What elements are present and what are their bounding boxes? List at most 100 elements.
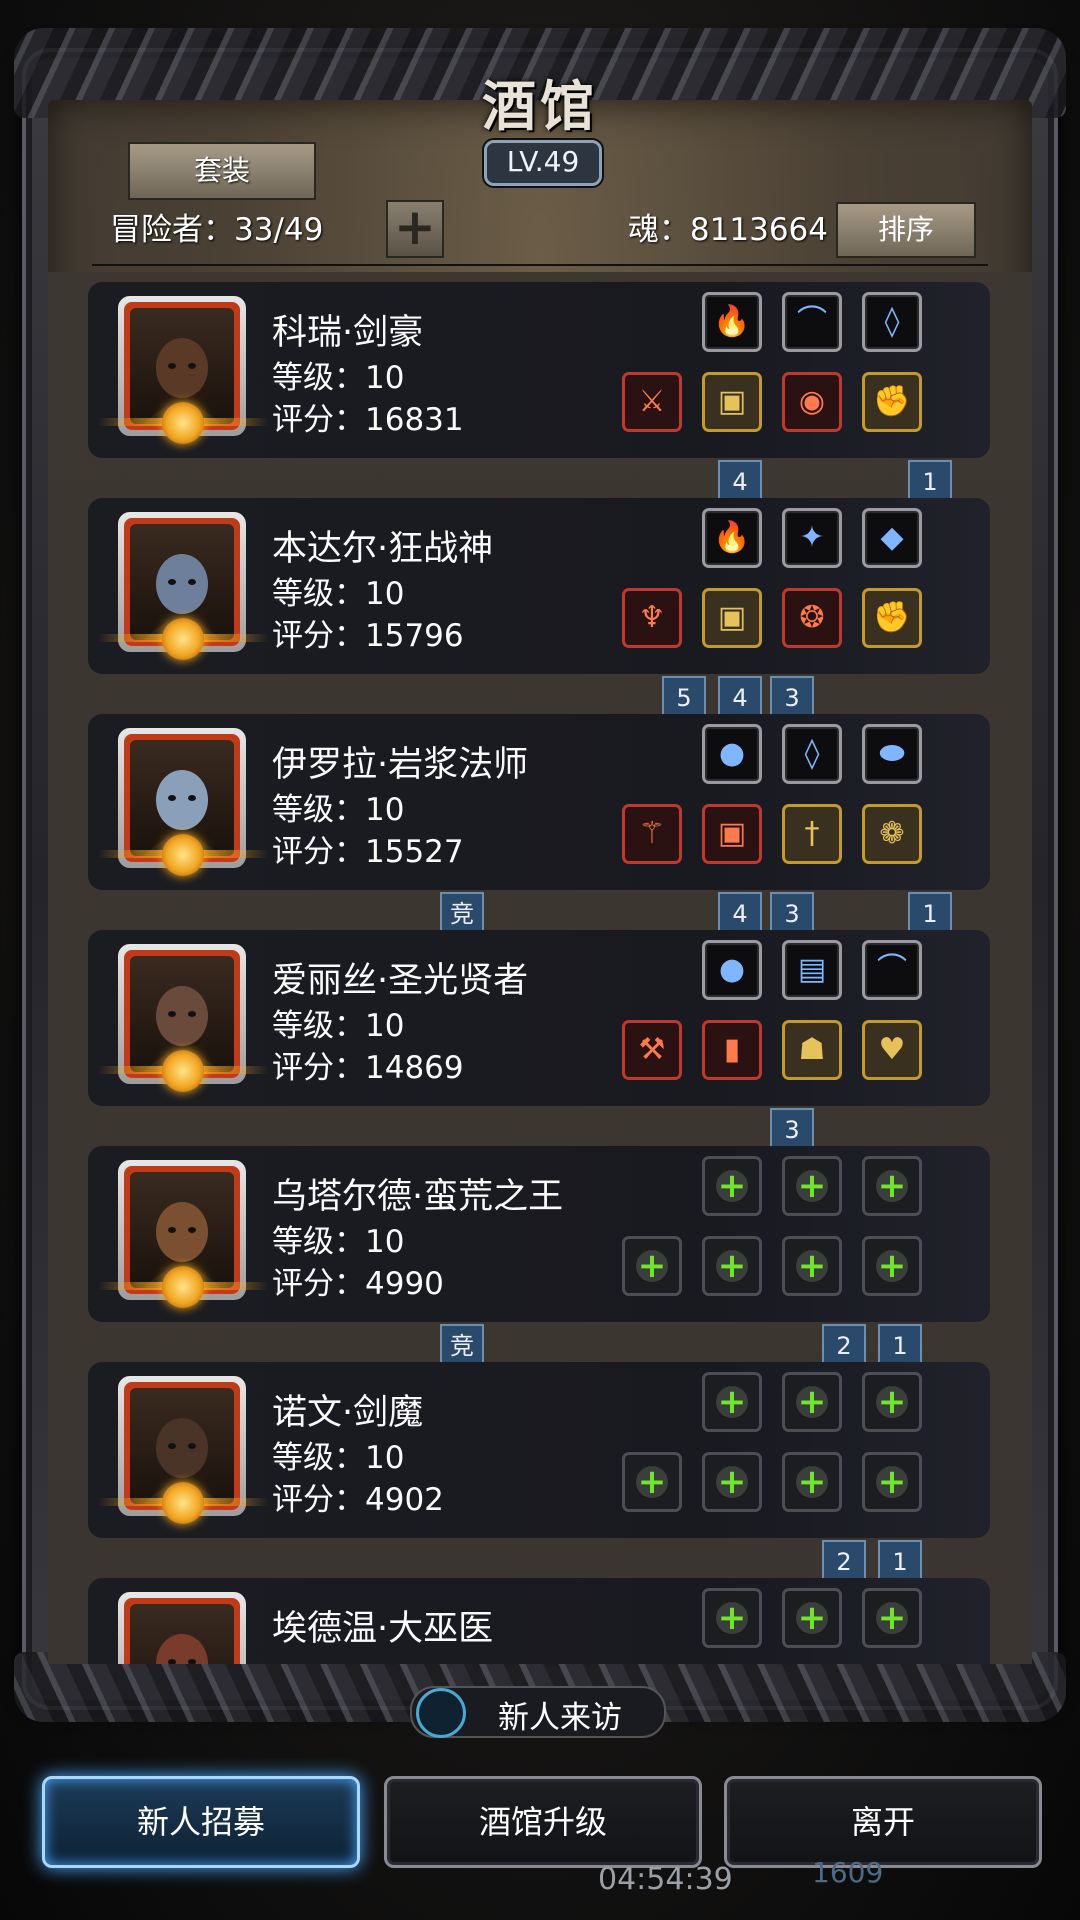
equip-slot[interactable]: ⚒ (622, 1020, 682, 1080)
add-equipment-icon: + (876, 1382, 908, 1422)
equip-slot[interactable]: ✊ (862, 372, 922, 432)
leave-button[interactable]: 离开 (724, 1776, 1042, 1868)
equip-slot[interactable]: ☗ (782, 1020, 842, 1080)
equip-slot[interactable]: ✦ (782, 508, 842, 568)
equip-slot[interactable]: ⚚ (622, 804, 682, 864)
equip-slot[interactable]: + (782, 1156, 842, 1216)
equip-slot[interactable]: + (702, 1452, 762, 1512)
equip-slot[interactable]: ◉ (782, 372, 842, 432)
hero-score: 评分：15527 (272, 834, 464, 870)
equip-slot[interactable]: ⌒ (782, 292, 842, 352)
equip-slot[interactable]: ♥ (862, 1020, 922, 1080)
equip-slot[interactable]: + (782, 1236, 842, 1296)
blue-orb-icon: ● (718, 736, 746, 771)
add-equipment-icon: + (796, 1246, 828, 1286)
gauntlet-icon: ✊ (873, 600, 911, 635)
necklace-icon: ◊ (804, 736, 820, 771)
fire-orb-icon: 🔥 (713, 304, 751, 339)
hero-list[interactable]: 科瑞·剑豪 等级：10 评分：16831 🔥 ⌒ ◊ ⚔ ▣ ◉ ✊ 4 1 本达尔·狂战神 等级：10 评… (48, 272, 1032, 1664)
hero-name: 伊罗拉·岩浆法师 (272, 745, 529, 785)
equip-slot[interactable]: + (782, 1372, 842, 1432)
equip-slot[interactable]: + (782, 1452, 842, 1512)
hero-row[interactable]: 埃德温·大巫医 + + + (88, 1578, 990, 1664)
equip-slot[interactable]: + (622, 1452, 682, 1512)
bow-icon: ⌒ (797, 304, 827, 339)
hero-row[interactable]: 科瑞·剑豪 等级：10 评分：16831 🔥 ⌒ ◊ ⚔ ▣ ◉ ✊ (88, 282, 990, 458)
sword-icon: ⚔ (638, 384, 666, 419)
dagger-icon: † (804, 816, 820, 851)
equip-slot[interactable]: + (862, 1236, 922, 1296)
upgrade-tavern-button[interactable]: 酒馆升级 (384, 1776, 702, 1868)
equip-slot[interactable]: ❂ (782, 588, 842, 648)
sort-button[interactable]: 排序 (836, 202, 976, 258)
equip-slot[interactable]: ❁ (862, 804, 922, 864)
equip-slot[interactable]: ▣ (702, 804, 762, 864)
background-timer: 04:54:39 (598, 1862, 733, 1897)
eye-gem-icon: ◉ (798, 384, 826, 419)
equip-slot[interactable]: ✊ (862, 588, 922, 648)
equip-slot[interactable]: ♆ (622, 588, 682, 648)
hero-row[interactable]: 爱丽丝·圣光贤者 等级：10 评分：14869 ● ▤ ⌒ ⚒ ▮ ☗ ♥ (88, 930, 990, 1106)
add-equipment-icon: + (636, 1462, 668, 1502)
amulet-icon: ❂ (799, 600, 825, 635)
hero-level: 等级：10 (272, 1440, 405, 1476)
hero-name: 乌塔尔德·蛮荒之王 (272, 1177, 564, 1217)
equip-slot[interactable]: ◊ (782, 724, 842, 784)
equip-slot[interactable]: + (862, 1588, 922, 1648)
equip-slot[interactable]: ● (702, 724, 762, 784)
equip-slot[interactable]: + (622, 1236, 682, 1296)
hero-level: 等级：10 (272, 792, 405, 828)
new-visitor-label: 新人来访 (498, 1700, 622, 1736)
equip-slot[interactable]: + (782, 1588, 842, 1648)
equip-slot[interactable]: 🔥 (702, 292, 762, 352)
hero-row[interactable]: 本达尔·狂战神等级：10 评分：15796 🔥 ✦ ◆ ♆ ▣ ❂ ✊ (88, 498, 990, 674)
hero-row[interactable]: 伊罗拉·岩浆法师等级：10 评分：15527 ● ◊ ⬬ ⚚ ▣ † ❁ (88, 714, 990, 890)
equip-slot[interactable]: ◆ (862, 508, 922, 568)
add-equipment-icon: + (876, 1246, 908, 1286)
equip-slot[interactable]: + (862, 1372, 922, 1432)
hero-name: 爱丽丝·圣光贤者 (272, 961, 529, 1001)
equip-slot[interactable]: ⌒ (862, 940, 922, 1000)
equip-slot[interactable]: ▤ (782, 940, 842, 1000)
blue-orb-icon: ● (718, 952, 746, 987)
equip-slot[interactable]: + (702, 1236, 762, 1296)
hero-portrait[interactable] (118, 1592, 246, 1664)
equip-slot[interactable]: ▣ (702, 588, 762, 648)
page-title: 酒馆 (482, 74, 598, 138)
heart-pendant-icon: ♥ (878, 1032, 906, 1067)
equip-slot[interactable]: ⚔ (622, 372, 682, 432)
equip-slot[interactable]: + (862, 1452, 922, 1512)
hero-level: 等级：10 (272, 576, 405, 612)
equip-slot[interactable]: + (702, 1372, 762, 1432)
recruit-button[interactable]: 新人招募 (42, 1776, 360, 1868)
equip-slot[interactable]: ▮ (702, 1020, 762, 1080)
hero-row[interactable]: 乌塔尔德·蛮荒之王 等级：10 评分：4990 + + + + + + + (88, 1146, 990, 1322)
add-equipment-icon: + (876, 1462, 908, 1502)
fire-orb-icon: 🔥 (713, 520, 751, 555)
equip-slot[interactable]: + (702, 1156, 762, 1216)
suit-button[interactable]: 套装 (128, 142, 316, 200)
equip-slot[interactable]: ▣ (702, 372, 762, 432)
equip-slot[interactable]: ◊ (862, 292, 922, 352)
add-equipment-icon: + (796, 1166, 828, 1206)
hero-score: 评分：14869 (272, 1050, 464, 1086)
add-equipment-icon: + (796, 1462, 828, 1502)
equip-slot[interactable]: ● (702, 940, 762, 1000)
equip-slot[interactable]: 🔥 (702, 508, 762, 568)
hero-row[interactable]: 诺文·剑魔 等级：10 评分：4902 + + + + + + + (88, 1362, 990, 1538)
equip-slot[interactable]: † (782, 804, 842, 864)
add-equipment-icon: + (716, 1382, 748, 1422)
equip-slot[interactable]: + (862, 1156, 922, 1216)
equip-slot[interactable]: + (702, 1588, 762, 1648)
purple-gem-icon: ◆ (880, 520, 904, 555)
add-equipment-icon: + (716, 1598, 748, 1638)
gauntlet-icon: ✊ (873, 384, 911, 419)
avatar (130, 1604, 234, 1664)
hero-score: 评分：15796 (272, 618, 464, 654)
soul-count: 魂：8113664 (627, 212, 828, 248)
hero-name: 本达尔·狂战神 (272, 529, 494, 569)
hero-score: 评分：16831 (272, 402, 464, 438)
equip-slot[interactable]: ⬬ (862, 724, 922, 784)
trident-icon: ♆ (638, 600, 666, 635)
add-adventurer-button[interactable]: + (386, 200, 444, 258)
